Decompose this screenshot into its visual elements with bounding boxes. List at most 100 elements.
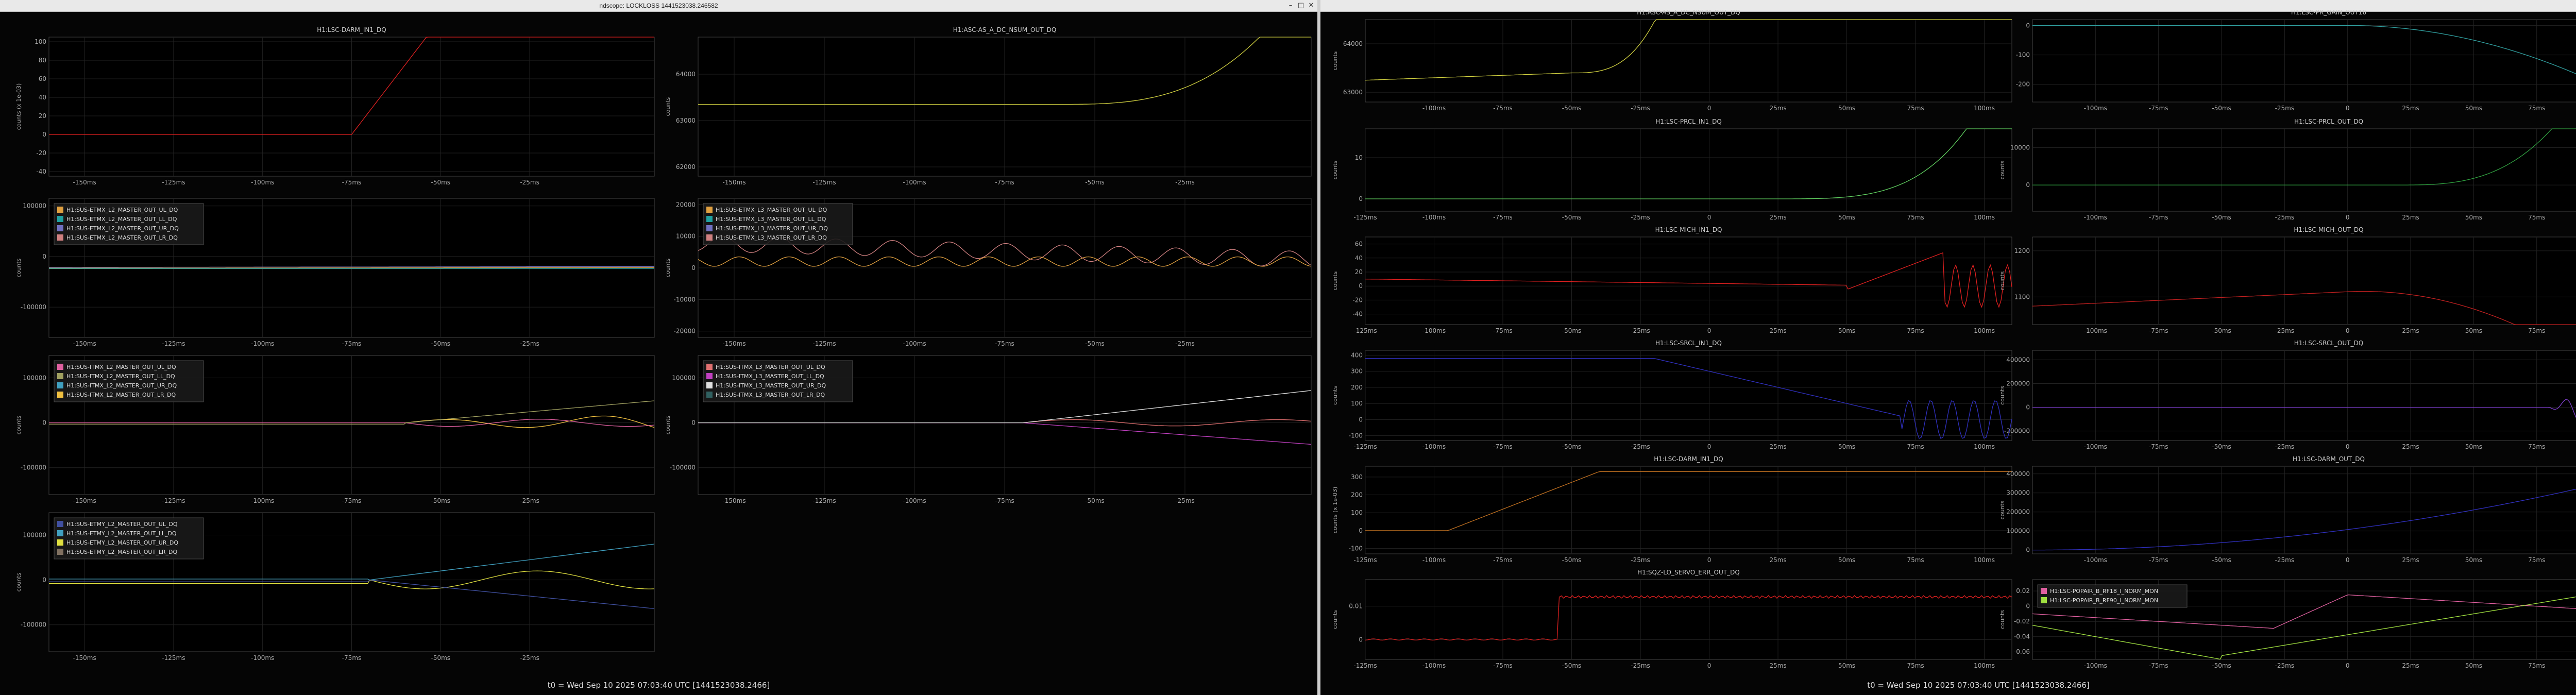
y-tick-label: 63000 — [676, 117, 696, 124]
y-tick-label: 40 — [39, 94, 46, 101]
plot-frame — [1365, 236, 2012, 325]
plot-panel: -125ms -100ms -75ms -50ms -25ms 0 25ms 50ms 75ms… — [1332, 455, 2012, 564]
legend-entry: H1:SUS-ITMX_L3_MASTER_OUT_LL_DQ — [716, 373, 824, 380]
x-tick-label: 0 — [2346, 443, 2350, 450]
x-tick-label: 100ms — [1974, 556, 1995, 564]
x-tick-label: -75ms — [1493, 327, 1513, 334]
legend-entry: H1:LSC-POPAIR_B_RF18_I_NORM_MON — [2050, 588, 2158, 595]
x-tick-label: -125ms — [162, 654, 185, 662]
x-tick-label: 50ms — [2465, 662, 2482, 669]
y-tick-label: 0 — [2026, 22, 2030, 29]
x-tick-label: -100ms — [2084, 662, 2107, 669]
x-tick-label: 50ms — [1838, 556, 1855, 564]
y-axis-label: counts — [1999, 160, 2006, 179]
x-tick-label: -50ms — [1562, 662, 1582, 669]
legend-entry: H1:LSC-POPAIR_B_RF90_I_NORM_MON — [2050, 597, 2158, 604]
y-tick-label: 40 — [1355, 255, 1363, 262]
plot-panel: -125ms -100ms -75ms -50ms -25ms 0 25ms 50ms 75ms… — [1332, 340, 2012, 450]
x-tick-label: -75ms — [342, 179, 362, 186]
legend-swatch — [57, 530, 63, 536]
plot-panel: -125ms -100ms -75ms -50ms -25ms 0 25ms 50ms 75ms… — [1332, 226, 2012, 334]
x-tick-label: -100ms — [2084, 105, 2107, 112]
plot-panel: -100ms-75ms-50ms-25ms025ms50ms75ms100ms4… — [1999, 340, 2576, 450]
legend-entry: H1:SUS-ITMX_L2_MASTER_OUT_UR_DQ — [66, 382, 177, 389]
x-tick-label: -125ms — [812, 497, 836, 504]
y-tick-label: 400000 — [2006, 356, 2030, 363]
plot-panel: -100ms-75ms-50ms-25ms025ms50ms75ms100ms4… — [1999, 455, 2576, 564]
x-tick-label: -50ms — [2212, 662, 2231, 669]
x-tick-label: -75ms — [342, 340, 362, 347]
x-tick-label: -100ms — [251, 654, 274, 662]
x-tick-label: -125ms — [1353, 443, 1377, 450]
y-tick-label: 0 — [2026, 181, 2030, 189]
x-tick-label: 75ms — [2528, 214, 2545, 221]
plot-title: H1:LSC-SRCL_IN1_DQ — [1655, 340, 1722, 347]
y-axis-label: counts (x 1e-03) — [1332, 487, 1338, 534]
y-tick-label: 100000 — [672, 375, 696, 382]
x-tick-label: 0 — [2346, 327, 2350, 334]
x-tick-label: 50ms — [2465, 327, 2482, 334]
y-tick-label: -20 — [36, 149, 46, 157]
x-tick-label: -100ms — [2084, 214, 2107, 221]
legend-entry: H1:SUS-ETMX_L3_MASTER_OUT_UL_DQ — [716, 207, 827, 213]
x-tick-label: 50ms — [2465, 105, 2482, 112]
y-tick-label: -100 — [1349, 432, 1363, 439]
y-tick-label: -0.06 — [2014, 648, 2030, 655]
x-tick-label: -25ms — [1175, 497, 1195, 504]
x-tick-label: 100ms — [1974, 662, 1995, 669]
x-tick-label: -150ms — [722, 340, 745, 347]
y-tick-label: 62000 — [676, 163, 696, 171]
x-tick-label: -25ms — [1631, 443, 1650, 450]
plot-panel: -150ms -125ms -100ms -75ms -50ms -25ms 64000 63… — [665, 26, 1312, 186]
y-tick-label: 10000 — [2010, 144, 2030, 151]
y-tick-label: 20 — [1355, 268, 1363, 276]
x-tick-label: 75ms — [1907, 105, 1924, 112]
x-tick-label: -150ms — [722, 179, 745, 186]
x-tick-label: 50ms — [1838, 443, 1855, 450]
x-tick-label: 0 — [1707, 443, 1711, 450]
x-tick-label: 50ms — [1838, 105, 1855, 112]
y-axis-label: counts — [1332, 160, 1338, 179]
x-tick-label: -75ms — [1493, 556, 1513, 564]
x-tick-label: 0 — [1707, 556, 1711, 564]
y-tick-label: 20000 — [676, 201, 696, 208]
x-tick-label: 0 — [2346, 105, 2350, 112]
y-tick-label: -10000 — [673, 296, 696, 303]
y-tick-label: -100000 — [21, 621, 46, 629]
y-tick-label: 0 — [1359, 527, 1363, 534]
legend-swatch — [57, 225, 63, 231]
y-tick-label: -100000 — [21, 303, 46, 311]
x-tick-label: -100ms — [903, 497, 926, 504]
x-tick-label: -25ms — [1175, 179, 1195, 186]
legend-swatch — [57, 207, 63, 213]
x-tick-label: -50ms — [1562, 556, 1582, 564]
y-tick-label: 64000 — [1343, 40, 1363, 47]
y-tick-label: 0 — [1359, 636, 1363, 643]
y-axis-label: counts — [1999, 271, 2006, 290]
x-tick-label: -150ms — [73, 497, 96, 504]
y-tick-label: 400000 — [2006, 470, 2030, 478]
plot-panel: -150ms -125ms -100ms -75ms -50ms -25ms 100000 0… — [665, 355, 1312, 504]
x-tick-label: 75ms — [2528, 327, 2545, 334]
x-tick-label: 25ms — [2402, 556, 2419, 564]
legend-swatch — [57, 234, 63, 241]
y-tick-label: 100 — [1351, 400, 1363, 407]
plot-panel: -125ms -100ms -75ms -50ms -25ms 0 25ms 50ms 75ms… — [1332, 569, 2012, 669]
y-tick-label: 60 — [1355, 241, 1363, 248]
plot-panel: -100ms-75ms-50ms-25ms025ms50ms75ms100ms1… — [1999, 118, 2576, 221]
y-tick-label: -40 — [1352, 311, 1363, 318]
y-tick-label: 0 — [2026, 404, 2030, 411]
legend-entry: H1:SUS-ETMX_L3_MASTER_OUT_UR_DQ — [716, 225, 828, 232]
x-tick-label: -100ms — [2084, 327, 2107, 334]
y-axis-label: counts — [1999, 610, 2006, 629]
legend-entry: H1:SUS-ETMX_L2_MASTER_OUT_UR_DQ — [66, 225, 179, 232]
plot-panel: -100ms-75ms-50ms-25ms025ms50ms75ms100ms1… — [1999, 226, 2576, 334]
x-tick-label: -75ms — [1493, 214, 1513, 221]
x-tick-label: -25ms — [2275, 662, 2295, 669]
x-tick-label: -150ms — [73, 654, 96, 662]
x-tick-label: -100ms — [2084, 443, 2107, 450]
x-tick-label: -25ms — [1631, 105, 1650, 112]
legend-entry: H1:SUS-ITMX_L2_MASTER_OUT_LR_DQ — [66, 392, 176, 398]
legend-swatch — [706, 207, 713, 213]
legend-swatch — [57, 549, 63, 555]
